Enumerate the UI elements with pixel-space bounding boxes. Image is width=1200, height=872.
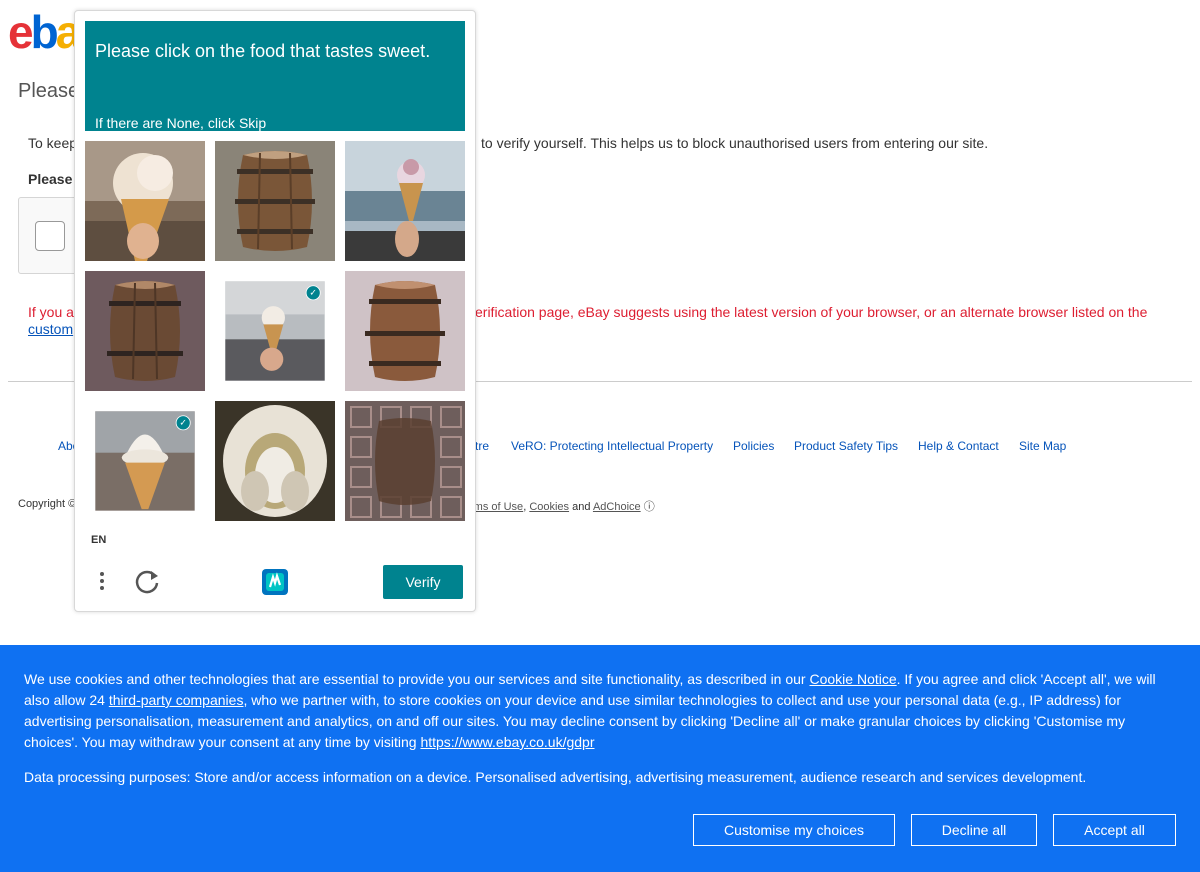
language-selector[interactable]: EN [91, 534, 106, 546]
footer-link-product-safety[interactable]: Product Safety Tips [794, 439, 898, 453]
page-title: Please [18, 80, 80, 102]
captcha-tile-9[interactable] [345, 401, 465, 521]
barrel-image [85, 271, 205, 391]
icecream-sea-image [345, 141, 465, 261]
footer-link-centre[interactable]: tre [475, 439, 489, 453]
accept-all-button[interactable]: Accept all [1053, 814, 1176, 846]
challenge-header: Please click on the food that tastes swe… [85, 21, 465, 131]
barrel-image [345, 271, 465, 391]
captcha-tile-5[interactable]: ✓ [225, 281, 325, 381]
captcha-tile-3[interactable] [345, 141, 465, 261]
footer-link-vero[interactable]: VeRO: Protecting Intellectual Property [511, 439, 713, 453]
captcha-checkbox[interactable] [35, 221, 65, 251]
footer-link-policies[interactable]: Policies [733, 439, 774, 453]
customise-button[interactable]: Customise my choices [693, 814, 895, 846]
cookie-notice-link[interactable]: Cookie Notice [809, 671, 896, 687]
challenge-prompt: Please click on the food that tastes swe… [95, 41, 431, 61]
adchoice-icon: ⓘ [643, 501, 655, 513]
intro-text: To keep to verify yourself. This helps us… [28, 135, 989, 151]
captcha-tile-8[interactable] [215, 401, 335, 521]
refresh-icon[interactable] [133, 567, 161, 595]
flower-image [215, 401, 335, 521]
customer-support-link[interactable]: custom [28, 321, 73, 337]
copyright-text: Copyright © [18, 498, 77, 510]
challenge-subtext: If there are None, click Skip [95, 115, 267, 131]
gdpr-link[interactable]: https://www.ebay.co.uk/gdpr [420, 734, 594, 750]
terms-link[interactable]: rms of Use [470, 501, 523, 513]
browser-warning: If you a erification page, eBay suggests … [28, 304, 1148, 320]
barrel-image [215, 141, 335, 261]
hcaptcha-logo-icon[interactable] [258, 565, 292, 599]
captcha-challenge: Please click on the food that tastes swe… [74, 10, 476, 612]
menu-icon[interactable] [95, 569, 109, 595]
cookies-link[interactable]: Cookies [529, 501, 569, 513]
barrel-pattern-image [345, 401, 465, 521]
decline-all-button[interactable]: Decline all [911, 814, 1037, 846]
captcha-tile-6[interactable] [345, 271, 465, 391]
cookie-notice-text: We use cookies and other technologies th… [24, 671, 1156, 750]
captcha-tile-2[interactable] [215, 141, 335, 261]
verify-label: Please [28, 171, 73, 187]
third-party-link[interactable]: third-party companies [109, 692, 244, 708]
data-processing-text: Data processing purposes: Store and/or a… [24, 769, 1087, 785]
footer-link-sitemap[interactable]: Site Map [1019, 439, 1066, 453]
selected-check-icon: ✓ [305, 285, 321, 301]
legal-links: rms of Use, Cookies and AdChoice ⓘ [470, 501, 655, 513]
captcha-tile-7[interactable]: ✓ [95, 411, 195, 511]
captcha-tile-4[interactable] [85, 271, 205, 391]
selected-check-icon: ✓ [175, 415, 191, 431]
captcha-tile-1[interactable] [85, 141, 205, 261]
adchoice-link[interactable]: AdChoice [593, 501, 641, 513]
verify-button[interactable]: Verify [383, 565, 463, 599]
cookie-banner: We use cookies and other technologies th… [0, 645, 1200, 872]
footer-link-help[interactable]: Help & Contact [918, 439, 999, 453]
icecream-cone-image [85, 141, 205, 261]
